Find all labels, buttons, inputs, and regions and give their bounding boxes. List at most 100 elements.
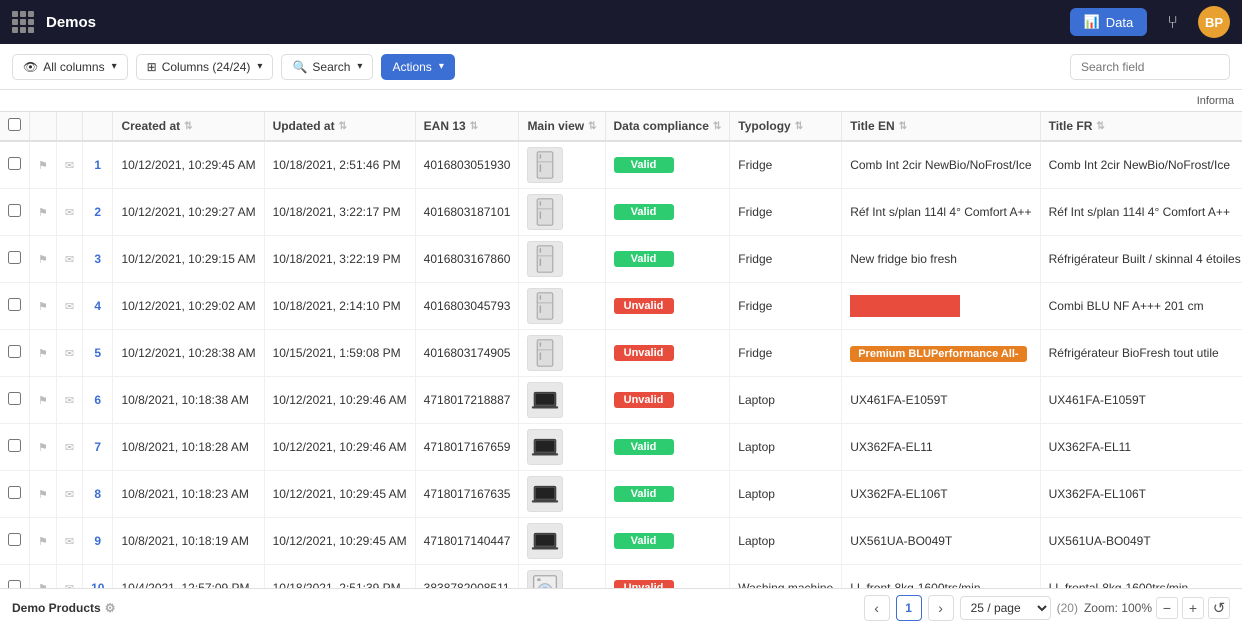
- row-checkbox-cell[interactable]: [0, 283, 30, 330]
- row-number: 1: [83, 141, 113, 189]
- product-thumbnail: [527, 147, 563, 183]
- main-view-cell: [519, 189, 605, 236]
- email-cell: ✉: [56, 377, 82, 424]
- tree-nav-icon[interactable]: ⑂: [1159, 8, 1186, 37]
- row-checkbox[interactable]: [8, 204, 21, 217]
- ean13-cell: 4718017140447: [415, 518, 519, 565]
- table-row: ⚑ ✉ 8 10/8/2021, 10:18:23 AM 10/12/2021,…: [0, 471, 1242, 518]
- table-row: ⚑ ✉ 2 10/12/2021, 10:29:27 AM 10/18/2021…: [0, 189, 1242, 236]
- updated-at-cell: 10/18/2021, 3:22:17 PM: [264, 189, 415, 236]
- table-row: ⚑ ✉ 4 10/12/2021, 10:29:02 AM 10/18/2021…: [0, 283, 1242, 330]
- select-all-checkbox[interactable]: [8, 118, 21, 131]
- user-avatar[interactable]: BP: [1198, 6, 1230, 38]
- ean13-header[interactable]: EAN 13⇅: [415, 112, 519, 141]
- select-all-header[interactable]: [0, 112, 30, 141]
- refresh-button[interactable]: ↺: [1208, 597, 1230, 619]
- title-fr-cell: LL frontal-8kg-1600trs/min: [1040, 565, 1242, 589]
- main-view-cell: [519, 471, 605, 518]
- zoom-in-button[interactable]: +: [1182, 597, 1204, 619]
- search-input[interactable]: [1070, 54, 1230, 80]
- row-checkbox-cell[interactable]: [0, 377, 30, 424]
- created-at-cell: 10/8/2021, 10:18:23 AM: [113, 471, 264, 518]
- typology-header[interactable]: Typology⇅: [730, 112, 842, 141]
- typology-cell: Laptop: [730, 471, 842, 518]
- row-checkbox-cell[interactable]: [0, 236, 30, 283]
- row-checkbox[interactable]: [8, 439, 21, 452]
- compliance-badge: Valid: [614, 486, 674, 502]
- sort-icon: ⇅: [899, 121, 907, 132]
- title-fr-header[interactable]: Title FR⇅: [1040, 112, 1242, 141]
- data-nav-button[interactable]: 📊 Data: [1070, 8, 1148, 36]
- next-page-button[interactable]: ›: [928, 595, 954, 621]
- row-checkbox[interactable]: [8, 392, 21, 405]
- typology-cell: Fridge: [730, 189, 842, 236]
- data-compliance-cell: Unvalid: [605, 565, 730, 589]
- row-checkbox-cell[interactable]: [0, 471, 30, 518]
- created-at-cell: 10/8/2021, 10:18:38 AM: [113, 377, 264, 424]
- title-fr-cell: Réf Int s/plan 114l 4° Comfort A++: [1040, 189, 1242, 236]
- per-page-select[interactable]: 25 / page 50 / page 100 / page: [960, 596, 1051, 620]
- table-row: ⚑ ✉ 6 10/8/2021, 10:18:38 AM 10/12/2021,…: [0, 377, 1242, 424]
- typology-cell: Washing machine: [730, 565, 842, 589]
- row-checkbox-cell[interactable]: [0, 424, 30, 471]
- compliance-badge: Unvalid: [614, 580, 674, 588]
- typology-cell: Laptop: [730, 424, 842, 471]
- title-fr-cell: Réfrigérateur Built / skinnal 4 étoiles …: [1040, 236, 1242, 283]
- row-checkbox[interactable]: [8, 157, 21, 170]
- all-columns-button[interactable]: 👁 All columns ▾: [12, 54, 128, 80]
- created-at-header[interactable]: Created at⇅: [113, 112, 264, 141]
- ean13-cell: 4016803045793: [415, 283, 519, 330]
- prev-page-button[interactable]: ‹: [864, 595, 890, 621]
- data-compliance-cell: Unvalid: [605, 377, 730, 424]
- actions-button[interactable]: Actions ▾: [381, 54, 454, 80]
- sort-icon: ⇅: [184, 121, 192, 132]
- columns-button[interactable]: ⊞ Columns (24/24) ▾: [136, 54, 274, 80]
- product-thumbnail: [527, 523, 563, 559]
- data-table-container[interactable]: Created at⇅ Updated at⇅ EAN 13⇅ Main vie…: [0, 112, 1242, 588]
- title-en-cell: UX461FA-E1059T: [842, 377, 1040, 424]
- row-checkbox[interactable]: [8, 533, 21, 546]
- row-checkbox-cell[interactable]: [0, 518, 30, 565]
- updated-at-header[interactable]: Updated at⇅: [264, 112, 415, 141]
- sort-icon: ⇅: [1096, 121, 1104, 132]
- row-checkbox[interactable]: [8, 345, 21, 358]
- title-fr-cell: UX461FA-E1059T: [1040, 377, 1242, 424]
- table-row: ⚑ ✉ 1 10/12/2021, 10:29:45 AM 10/18/2021…: [0, 141, 1242, 189]
- data-compliance-cell: Valid: [605, 189, 730, 236]
- row-checkbox-cell[interactable]: [0, 189, 30, 236]
- title-en-cell: Comb Int 2cir NewBio/NoFrost/Ice: [842, 141, 1040, 189]
- row-checkbox-cell[interactable]: [0, 141, 30, 189]
- app-grid-icon[interactable]: [12, 11, 34, 33]
- product-thumbnail: [527, 429, 563, 465]
- created-at-cell: 10/12/2021, 10:29:02 AM: [113, 283, 264, 330]
- title-en-value: New fridge bio fresh: [850, 252, 957, 266]
- table-row: ⚑ ✉ 5 10/12/2021, 10:28:38 AM 10/15/2021…: [0, 330, 1242, 377]
- product-thumbnail: [527, 241, 563, 277]
- title-en-header[interactable]: Title EN⇅: [842, 112, 1040, 141]
- title-en-cell: Premium BLUPerformance All-: [842, 330, 1040, 377]
- title-en-cell: UX362FA-EL106T: [842, 471, 1040, 518]
- flag-cell: ⚑: [30, 518, 57, 565]
- data-compliance-cell: Valid: [605, 424, 730, 471]
- search-button[interactable]: 🔍 Search ▾: [281, 54, 373, 80]
- updated-at-cell: 10/12/2021, 10:29:46 AM: [264, 424, 415, 471]
- row-checkbox[interactable]: [8, 251, 21, 264]
- ean13-cell: 4718017167659: [415, 424, 519, 471]
- product-thumbnail: [527, 570, 563, 588]
- rownum-header: [83, 112, 113, 141]
- sort-icon: ⇅: [470, 121, 478, 132]
- compliance-badge: Valid: [614, 533, 674, 549]
- main-view-cell: [519, 518, 605, 565]
- row-number: 2: [83, 189, 113, 236]
- main-view-header[interactable]: Main view⇅: [519, 112, 605, 141]
- row-checkbox[interactable]: [8, 486, 21, 499]
- row-checkbox-cell[interactable]: [0, 330, 30, 377]
- data-compliance-header[interactable]: Data compliance⇅: [605, 112, 730, 141]
- row-checkbox[interactable]: [8, 580, 21, 588]
- zoom-out-button[interactable]: −: [1156, 597, 1178, 619]
- settings-gear-icon[interactable]: ⚙: [105, 601, 116, 615]
- title-en-cell: UX561UA-BO049T: [842, 518, 1040, 565]
- row-checkbox[interactable]: [8, 298, 21, 311]
- current-page[interactable]: 1: [896, 595, 922, 621]
- row-checkbox-cell[interactable]: [0, 565, 30, 589]
